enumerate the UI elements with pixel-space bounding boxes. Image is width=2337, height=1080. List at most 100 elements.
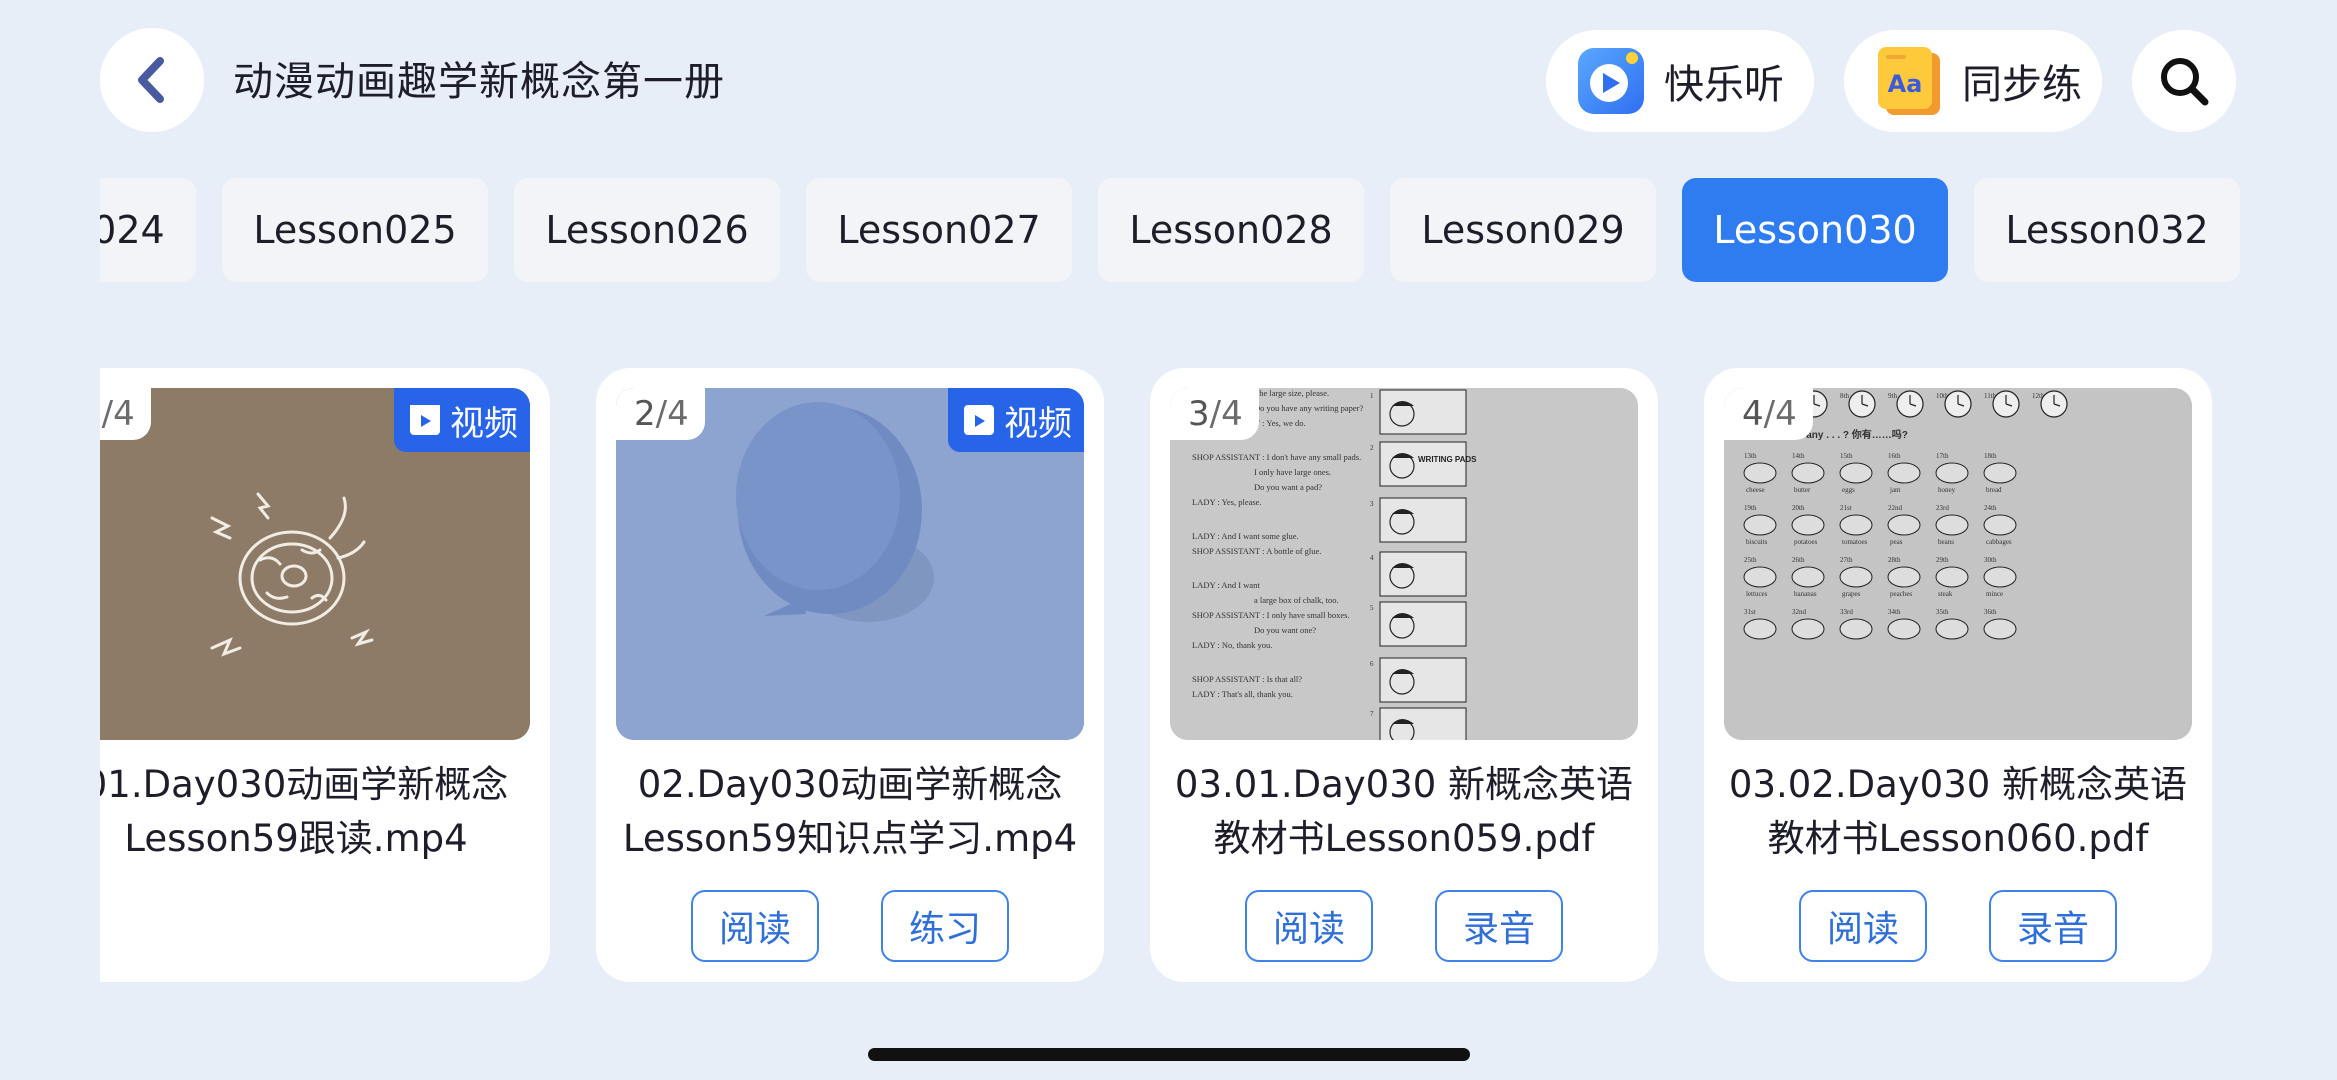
food-drawing	[1887, 514, 1921, 536]
food-drawing	[1887, 566, 1921, 588]
item-number: 27th	[1840, 556, 1853, 564]
food-drawing	[1791, 566, 1825, 588]
play-app-icon	[1578, 48, 1644, 114]
resource-title-line2: Lesson59知识点学习.mp4	[622, 817, 1078, 860]
lesson-tab[interactable]: Lesson025	[222, 178, 488, 282]
item-number: 30th	[1984, 556, 1997, 564]
page-index-current: 3	[1188, 394, 1210, 434]
comic-panel	[1379, 601, 1467, 647]
resource-title-line1: 03.02.Day030 新概念英语	[1728, 763, 2188, 806]
item-number: 33rd	[1840, 608, 1853, 616]
food-drawing	[1791, 618, 1825, 640]
video-tag: 视频	[394, 388, 530, 452]
practice-button[interactable]: 练习	[881, 890, 1009, 962]
search-button[interactable]	[2132, 30, 2236, 132]
record-button[interactable]: 录音	[1989, 890, 2117, 962]
item-word: cabbages	[1986, 538, 2012, 546]
item-word: peaches	[1890, 590, 1912, 598]
item-word: potatoes	[1794, 538, 1818, 546]
item-number: 20th	[1792, 504, 1805, 512]
item-number: 25th	[1744, 556, 1757, 564]
resource-card[interactable]: 1/4 视频 01.Day030动画学新概念 Lesson59跟读.mp4	[100, 368, 550, 982]
food-drawing	[1839, 618, 1873, 640]
resource-card[interactable]: 6th8th9th10th11th12thDo you have any . .…	[1704, 368, 2212, 982]
doc-text-line: SHOP ASSISTANT : I only have small boxes…	[1192, 610, 1350, 620]
textbook-page-preview: 6th8th9th10th11th12thDo you have any . .…	[1724, 388, 2192, 740]
resource-card[interactable]: 2/4 视频 02.Day030动画学新概念 Lesson59知识点学习.mp4…	[596, 368, 1104, 982]
resource-title: 02.Day030动画学新概念 Lesson59知识点学习.mp4	[606, 758, 1094, 866]
item-number: 14th	[1792, 452, 1805, 460]
video-tag-label: 视频	[1004, 403, 1072, 444]
page-index-total: /4	[1763, 394, 1797, 434]
doc-text-line: LADY : And I want some glue.	[1192, 531, 1299, 541]
panel-number: 2	[1370, 444, 1374, 452]
lesson-tab[interactable]: Lesson030	[1682, 178, 1948, 282]
item-number: 32nd	[1792, 608, 1807, 616]
page-index-badge: 2/4	[616, 388, 705, 440]
item-number: 13th	[1744, 452, 1757, 460]
textbook-page-preview: The large size, please. Do you have any w…	[1170, 388, 1638, 740]
item-word: steak	[1938, 590, 1953, 598]
panel-number: 1	[1370, 392, 1374, 400]
page-index-current: 2	[634, 394, 656, 434]
item-number: 18th	[1984, 452, 1997, 460]
read-button[interactable]: 阅读	[1799, 890, 1927, 962]
item-word: peas	[1890, 538, 1903, 546]
item-word: grapes	[1842, 590, 1861, 598]
resource-actions: 阅读 练习	[596, 890, 1104, 962]
item-number: 17th	[1936, 452, 1949, 460]
lesson-tab[interactable]: Lesson032	[1974, 178, 2240, 282]
lesson-tab[interactable]: Lesson028	[1098, 178, 1364, 282]
record-button[interactable]: 录音	[1435, 890, 1563, 962]
item-word: lettuces	[1746, 590, 1768, 598]
sync-practice-button[interactable]: Aa 同步练	[1844, 30, 2102, 132]
happy-listen-button[interactable]: 快乐听	[1546, 30, 1814, 132]
chevron-left-icon	[138, 57, 164, 103]
home-indicator[interactable]	[868, 1048, 1470, 1061]
resource-card-list[interactable]: 1/4 视频 01.Day030动画学新概念 Lesson59跟读.mp4	[100, 368, 2240, 984]
resource-actions: 阅读 录音	[1704, 890, 2212, 962]
item-number: 23rd	[1936, 504, 1949, 512]
back-button[interactable]	[100, 28, 204, 132]
page-index-total: /4	[1209, 394, 1243, 434]
resource-card[interactable]: The large size, please. Do you have any w…	[1150, 368, 1658, 982]
read-button[interactable]: 阅读	[1245, 890, 1373, 962]
item-number: 19th	[1744, 504, 1757, 512]
doc-text-line: SHOP ASSISTANT : I don't have any small …	[1192, 452, 1361, 462]
page-index-total: /4	[655, 394, 689, 434]
item-word: honey	[1938, 486, 1956, 494]
food-drawing	[1791, 514, 1825, 536]
item-word: biscuits	[1746, 538, 1768, 546]
pdf-thumbnail: The large size, please. Do you have any w…	[1170, 388, 1638, 740]
food-drawing	[1743, 566, 1777, 588]
lesson-tab-bar[interactable]: Lesson024Lesson025Lesson026Lesson027Less…	[100, 178, 2240, 282]
doc-text-line: Do you have any writing paper?	[1254, 403, 1364, 413]
clock-label: 9th	[1888, 392, 1897, 400]
lesson-tab[interactable]: Lesson026	[514, 178, 780, 282]
food-drawing	[1935, 618, 1969, 640]
item-word: bananas	[1794, 590, 1817, 598]
food-drawing	[1935, 566, 1969, 588]
item-number: 22nd	[1888, 504, 1903, 512]
video-tag-label: 视频	[450, 403, 518, 444]
item-word: butter	[1794, 486, 1811, 494]
food-drawing	[1983, 566, 2017, 588]
clock-label: 8th	[1840, 392, 1849, 400]
panel-number: 3	[1370, 500, 1374, 508]
lesson-tab[interactable]: Lesson029	[1390, 178, 1656, 282]
panel-number: 5	[1370, 604, 1374, 612]
lesson-tab[interactable]: Lesson027	[806, 178, 1072, 282]
item-number: 31st	[1744, 608, 1756, 616]
food-drawing	[1983, 618, 2017, 640]
lesson-tab[interactable]: Lesson024	[100, 178, 196, 282]
pdf-thumbnail: 6th8th9th10th11th12thDo you have any . .…	[1724, 388, 2192, 740]
aa-book-icon: Aa	[1878, 47, 1940, 115]
item-word: cheese	[1746, 486, 1765, 494]
food-drawing	[1839, 514, 1873, 536]
food-drawing	[1743, 462, 1777, 484]
item-word: eggs	[1842, 486, 1855, 494]
read-button[interactable]: 阅读	[691, 890, 819, 962]
doc-text-line: SHOP ASSISTANT : A bottle of glue.	[1192, 546, 1321, 556]
item-number: 36th	[1984, 608, 1997, 616]
doc-text-line: LADY : That's all, thank you.	[1192, 689, 1293, 699]
